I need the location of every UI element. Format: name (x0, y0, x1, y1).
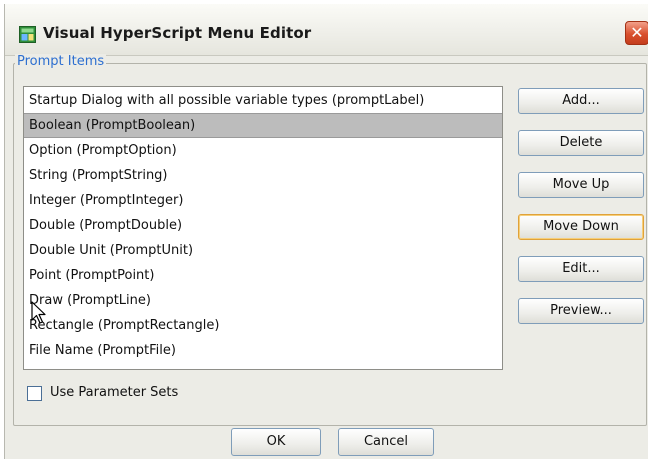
move-down-button[interactable]: Move Down (518, 214, 644, 240)
add-button[interactable]: Add... (518, 88, 644, 114)
list-item-prompt-point[interactable]: Point (PromptPoint) (24, 263, 502, 288)
use-parameter-sets-checkbox[interactable] (27, 386, 42, 401)
list-item-prompt-rectangle[interactable]: Rectangle (PromptRectangle) (24, 313, 502, 338)
use-parameter-sets-label: Use Parameter Sets (50, 385, 179, 400)
close-button[interactable]: ✕ (625, 21, 648, 45)
menu-editor-app-icon (19, 26, 36, 43)
close-icon: ✕ (630, 23, 644, 42)
preview-button[interactable]: Preview... (518, 298, 644, 324)
mouse-pointer-icon (31, 301, 46, 324)
list-item-prompt-file[interactable]: File Name (PromptFile) (24, 338, 502, 363)
delete-button[interactable]: Delete (518, 130, 644, 156)
cancel-button[interactable]: Cancel (338, 428, 434, 456)
edit-button[interactable]: Edit... (518, 256, 644, 282)
list-item-prompt-boolean[interactable]: Boolean (PromptBoolean) (24, 113, 502, 138)
ok-button[interactable]: OK (231, 428, 321, 456)
list-item-prompt-unit[interactable]: Double Unit (PromptUnit) (24, 238, 502, 263)
window-title: Visual HyperScript Menu Editor (43, 24, 312, 42)
prompt-items-group-label: Prompt Items (15, 54, 107, 69)
prompt-items-list[interactable]: Startup Dialog with all possible variabl… (23, 86, 503, 370)
list-item-prompt-label[interactable]: Startup Dialog with all possible variabl… (24, 88, 502, 113)
list-item-prompt-line[interactable]: Draw (PromptLine) (24, 288, 502, 313)
list-item-prompt-integer[interactable]: Integer (PromptInteger) (24, 188, 502, 213)
list-item-prompt-option[interactable]: Option (PromptOption) (24, 138, 502, 163)
title-bar: Visual HyperScript Menu Editor ✕ (5, 4, 648, 56)
move-up-button[interactable]: Move Up (518, 172, 644, 198)
list-item-prompt-string[interactable]: String (PromptString) (24, 163, 502, 188)
list-item-prompt-double[interactable]: Double (PromptDouble) (24, 213, 502, 238)
menu-editor-window: Visual HyperScript Menu Editor ✕ Prompt … (4, 4, 648, 459)
